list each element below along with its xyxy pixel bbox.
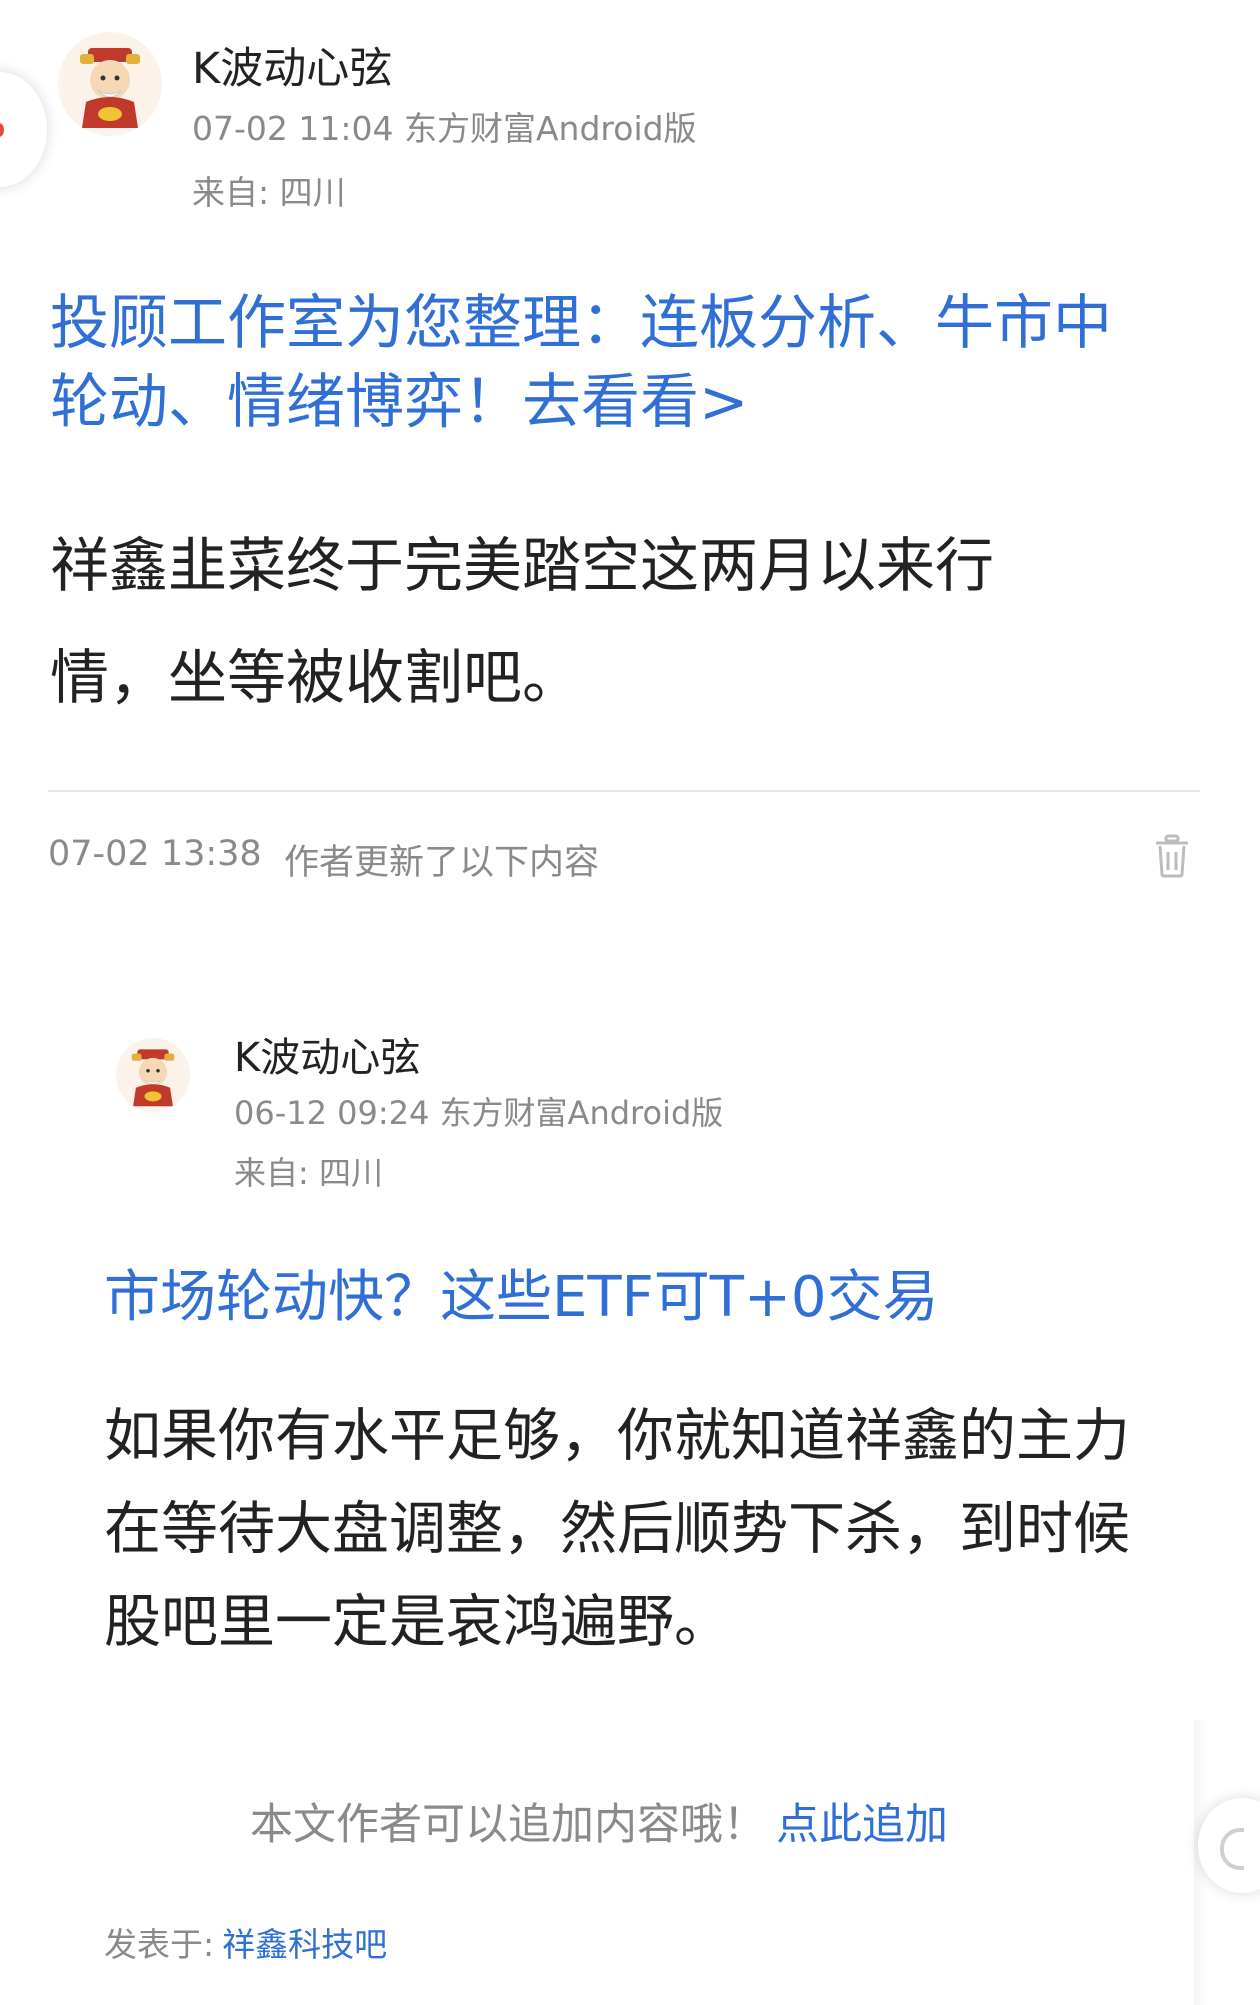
update-time: 07-02 13:38: [48, 834, 262, 874]
quoted-post-location: 来自: 四川: [234, 1154, 383, 1192]
trash-icon[interactable]: [1154, 834, 1190, 878]
partial-icon: [1220, 1828, 1244, 1870]
posted-in-label: 发表于:: [104, 1925, 215, 1964]
post-body: 祥鑫韭菜终于完美踏空这两月以来行情，坐等被收割吧。: [50, 531, 995, 712]
quoted-post-body: 如果你有水平足够，你就知道祥鑫的主力在等待大盘调整，然后顺势下杀，到时候股吧里一…: [104, 1403, 1130, 1655]
floating-button-left[interactable]: [0, 72, 47, 187]
update-label: 作者更新了以下内容: [284, 843, 600, 883]
caishen-avatar-icon: [116, 1038, 190, 1112]
posted-in: 发表于: 祥鑫科技吧: [104, 1918, 387, 1966]
append-row: 本文作者可以追加内容哦！ 点此追加: [250, 1790, 948, 1852]
caishen-avatar-icon: [58, 32, 162, 136]
post-location: 来自: 四川: [192, 173, 346, 212]
posted-in-link[interactable]: 祥鑫科技吧: [222, 1925, 387, 1964]
quoted-post-meta: 06-12 09:24 东方财富Android版: [234, 1094, 724, 1132]
quoted-author-name[interactable]: K波动心弦: [234, 1025, 420, 1083]
promo-link[interactable]: 投顾工作室为您整理：连板分析、牛市中轮动、情绪博弈！去看看>: [50, 283, 1160, 441]
append-hint: 本文作者可以追加内容哦！: [250, 1800, 766, 1850]
author-avatar[interactable]: [58, 32, 162, 136]
quoted-author-avatar[interactable]: [116, 1038, 190, 1112]
post-meta: 07-02 11:04 东方财富Android版: [192, 109, 697, 148]
divider: [48, 790, 1200, 792]
quoted-promo-link[interactable]: 市场轮动快？这些ETF可T+0交易: [104, 1252, 939, 1333]
author-name[interactable]: K波动心弦: [192, 34, 392, 96]
append-link[interactable]: 点此追加: [776, 1800, 948, 1850]
